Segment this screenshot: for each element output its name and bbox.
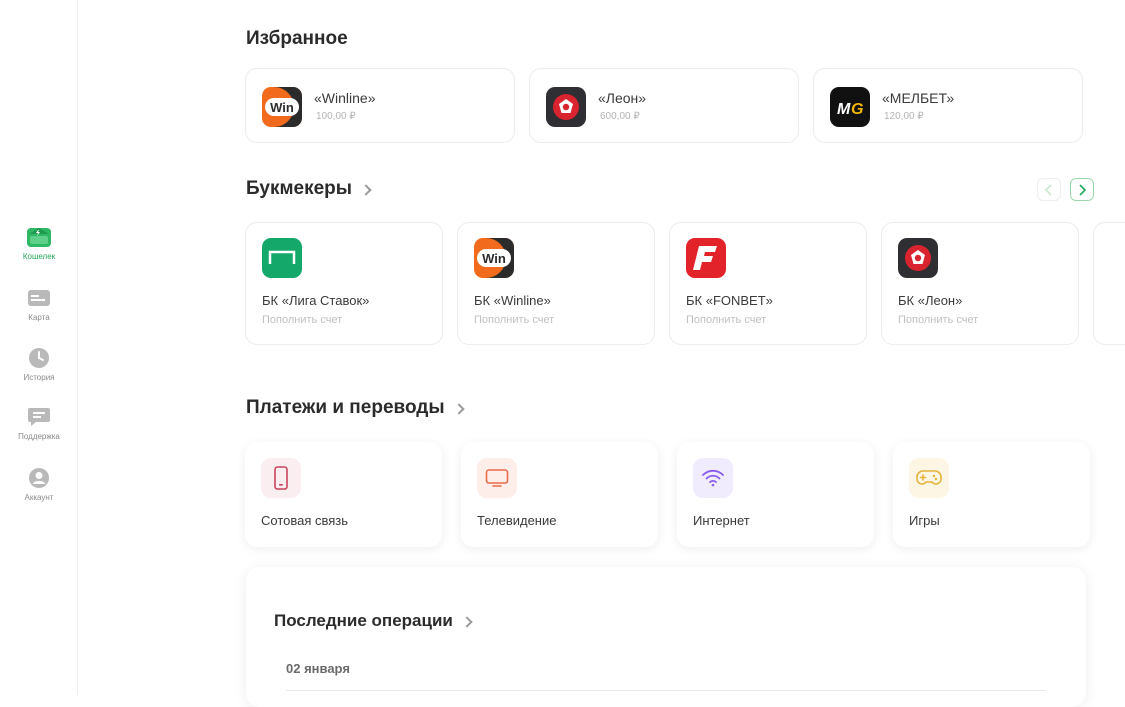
melbet-logo: MG	[830, 87, 870, 127]
nav-item-card[interactable]: Карта	[0, 287, 78, 322]
wallet-icon	[27, 226, 51, 248]
payments-title-text: Платежи и переводы	[246, 397, 445, 418]
favorites-title: Избранное	[246, 28, 348, 50]
bookmakers-title[interactable]: Букмекеры	[246, 178, 372, 200]
leon-logo	[546, 87, 586, 127]
bookmaker-name: БК «Лига Ставок»	[262, 293, 370, 308]
divider	[286, 690, 1046, 691]
bookmaker-card-winline[interactable]: Win БК «Winline» Пополнить счет	[457, 222, 655, 345]
chevron-right-icon	[461, 615, 473, 628]
bookmaker-card-leon[interactable]: БК «Леон» Пополнить счет	[881, 222, 1079, 345]
bookmaker-card-liga[interactable]: БК «Лига Ставок» Пополнить счет	[245, 222, 443, 345]
bookmaker-subtitle: Пополнить счет	[262, 314, 343, 326]
nav-label: Карта	[28, 313, 50, 322]
user-icon	[27, 467, 51, 489]
bookmaker-name: БК «FONBET»	[686, 293, 773, 308]
fonbet-logo	[686, 238, 726, 278]
bookmaker-card-partial[interactable]	[1093, 222, 1125, 345]
liga-stavok-logo	[262, 238, 302, 278]
operations-date: 02 января	[286, 661, 350, 676]
svg-text:G: G	[851, 101, 863, 118]
chat-icon	[27, 406, 51, 428]
recent-operations-title[interactable]: Последние операции	[274, 611, 473, 631]
payment-card-mobile[interactable]: Сотовая связь	[245, 442, 442, 547]
chevron-right-icon	[1079, 183, 1087, 196]
wifi-icon	[693, 458, 733, 498]
tv-icon	[477, 458, 517, 498]
chevron-right-icon	[452, 402, 465, 415]
bookmaker-card-fonbet[interactable]: БК «FONBET» Пополнить счет	[669, 222, 867, 345]
payment-card-internet[interactable]: Интернет	[677, 442, 874, 547]
bookmakers-title-text: Букмекеры	[246, 178, 353, 199]
nav-label: Аккаунт	[24, 493, 54, 502]
clock-icon	[27, 347, 51, 369]
payment-name: Интернет	[693, 513, 750, 528]
carousel-next-button[interactable]	[1070, 178, 1094, 201]
nav-label: Кошелек	[22, 252, 56, 261]
favorite-name: «Winline»	[314, 90, 376, 106]
payment-name: Телевидение	[477, 513, 557, 528]
payment-name: Сотовая связь	[261, 513, 349, 528]
recent-operations-title-text: Последние операции	[274, 611, 453, 630]
winline-logo: Win	[262, 87, 302, 127]
card-icon	[27, 287, 51, 309]
bookmaker-name: БК «Леон»	[898, 293, 963, 308]
favorite-card-leon[interactable]: «Леон» 600,00 ₽	[529, 68, 799, 143]
favorite-amount: 600,00 ₽	[600, 111, 640, 122]
nav-label: История	[23, 373, 55, 382]
payments-title[interactable]: Платежи и переводы	[246, 397, 465, 419]
svg-text:Win: Win	[482, 251, 506, 266]
favorite-card-winline[interactable]: Win «Winline» 100,00 ₽	[245, 68, 515, 143]
leon-logo	[898, 238, 938, 278]
nav-item-wallet[interactable]: Кошелек	[0, 226, 78, 261]
payment-card-tv[interactable]: Телевидение	[461, 442, 658, 547]
favorite-name: «МЕЛБЕТ»	[882, 90, 955, 106]
bookmaker-name: БК «Winline»	[474, 293, 551, 308]
carousel-prev-button[interactable]	[1037, 178, 1061, 201]
phone-icon	[261, 458, 301, 498]
nav-item-account[interactable]: Аккаунт	[0, 467, 78, 502]
nav-label: Поддержка	[18, 432, 60, 441]
sidebar: Кошелек Карта История Поддержка Аккаунт	[0, 0, 78, 694]
nav-item-history[interactable]: История	[0, 347, 78, 382]
chevron-left-icon	[1044, 183, 1052, 196]
favorite-card-melbet[interactable]: MG «МЕЛБЕТ» 120,00 ₽	[813, 68, 1083, 143]
favorites-title-text: Избранное	[246, 28, 348, 49]
payment-card-games[interactable]: Игры	[893, 442, 1090, 547]
chevron-right-icon	[360, 183, 372, 196]
bookmaker-subtitle: Пополнить счет	[686, 314, 767, 326]
favorite-amount: 100,00 ₽	[316, 111, 356, 122]
payment-name: Игры	[909, 513, 940, 528]
bookmaker-subtitle: Пополнить счет	[898, 314, 979, 326]
svg-text:Win: Win	[270, 100, 294, 115]
favorite-amount: 120,00 ₽	[884, 111, 924, 122]
nav-item-support[interactable]: Поддержка	[0, 406, 78, 441]
bookmaker-subtitle: Пополнить счет	[474, 314, 555, 326]
recent-operations-panel: Последние операции 02 января	[246, 567, 1086, 707]
gamepad-icon	[909, 458, 949, 498]
winline-logo: Win	[474, 238, 514, 278]
svg-text:M: M	[837, 101, 851, 118]
favorite-name: «Леон»	[598, 90, 647, 106]
